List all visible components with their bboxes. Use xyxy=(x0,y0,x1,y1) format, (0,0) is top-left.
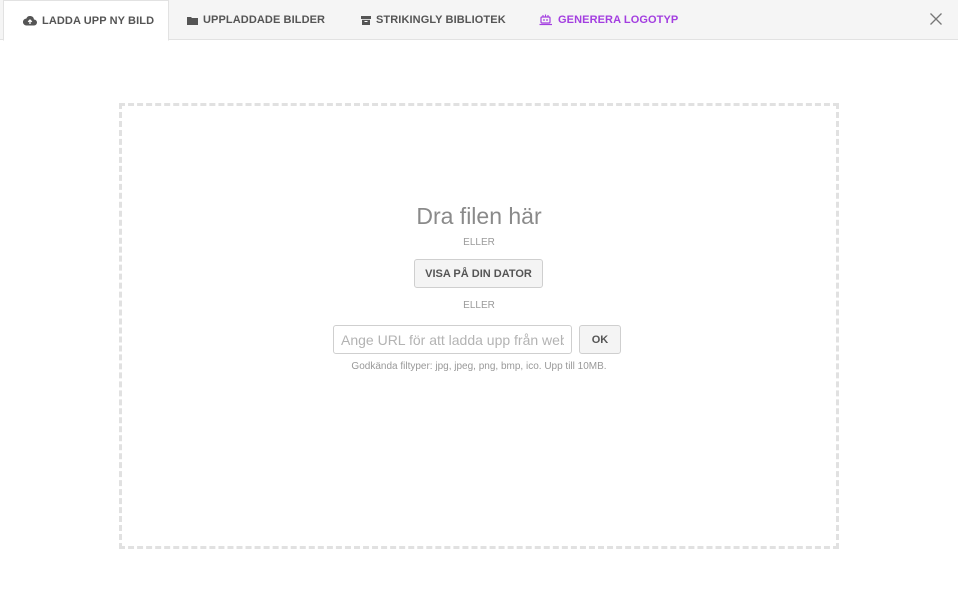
close-icon[interactable] xyxy=(929,12,943,26)
tab-generate-logo[interactable]: GENERERA LOGOTYP xyxy=(539,0,678,40)
cloud-upload-icon xyxy=(23,15,37,26)
url-input[interactable] xyxy=(333,325,572,354)
image-upload-modal: LADDA UPP NY BILD UPPLADDADE BILDER STRI… xyxy=(0,0,958,610)
or-divider: ELLER xyxy=(463,237,495,248)
ok-button[interactable]: OK xyxy=(579,325,621,354)
tab-label: GENERERA LOGOTYP xyxy=(558,14,679,26)
tab-label: LADDA UPP NY BILD xyxy=(42,14,155,27)
tab-uploaded-images[interactable]: UPPLADDADE BILDER xyxy=(187,0,325,40)
drop-title: Dra filen här xyxy=(416,203,542,229)
tab-upload-new-image[interactable]: LADDA UPP NY BILD xyxy=(3,0,170,41)
logo-generator-icon xyxy=(539,14,553,26)
archive-box-icon xyxy=(361,15,371,25)
tab-strikingly-library[interactable]: STRIKINGLY BIBLIOTEK xyxy=(361,0,506,40)
file-dropzone[interactable]: Dra filen här ELLER VISA PÅ DIN DATOR EL… xyxy=(119,103,839,549)
folder-icon xyxy=(187,16,198,25)
tab-label: STRIKINGLY BIBLIOTEK xyxy=(376,14,506,26)
tab-label: UPPLADDADE BILDER xyxy=(203,14,326,26)
browse-computer-button[interactable]: VISA PÅ DIN DATOR xyxy=(414,259,543,288)
tab-bar: LADDA UPP NY BILD UPPLADDADE BILDER STRI… xyxy=(0,0,958,41)
file-type-hint: Godkända filtyper: jpg, jpeg, png, bmp, … xyxy=(351,361,607,372)
or-divider: ELLER xyxy=(463,300,495,311)
